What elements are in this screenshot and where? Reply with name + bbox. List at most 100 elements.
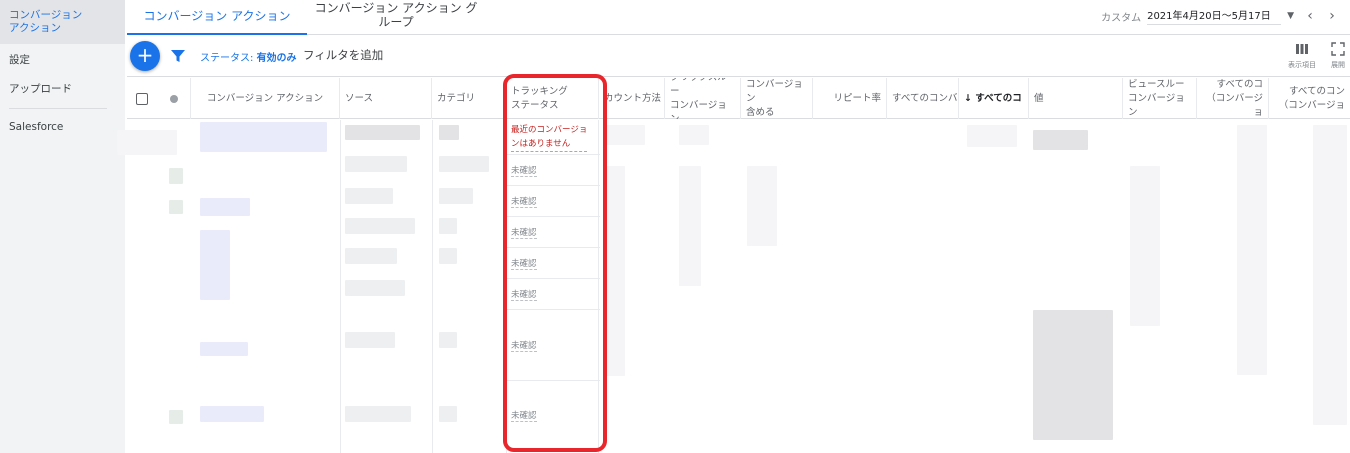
columns-label: 表示項目: [1288, 61, 1316, 69]
chevron-right-icon[interactable]: ›: [1326, 8, 1338, 24]
redacted-cell: [1033, 130, 1088, 150]
tracking-status-unverified[interactable]: 未確認: [511, 226, 537, 239]
sidebar-divider: [9, 108, 107, 109]
sidebar-item-salesforce[interactable]: Salesforce: [0, 121, 125, 134]
col-all-conversions-value-2[interactable]: すべてのコン （コンバージョ: [1269, 78, 1350, 119]
columns-icon: [1296, 44, 1308, 54]
tracking-status-column: 最近のコンバージョ ンはありません 未確認 未確認 未確認 未確認 未確認 未確…: [506, 120, 600, 453]
tab-bar: コンバージョン アクション コンバージョン アクション グループ カスタム 20…: [127, 0, 1350, 35]
tab-conversion-action-groups[interactable]: コンバージョン アクション グループ: [310, 0, 482, 35]
status-dot-header: [157, 78, 191, 119]
tracking-status-cell[interactable]: 未確認: [507, 310, 600, 381]
redacted-cell: [169, 168, 183, 184]
chevron-left-icon[interactable]: ‹: [1304, 8, 1316, 24]
redacted-cell: [1313, 125, 1347, 425]
redacted-cell: [605, 125, 645, 145]
column-divider: [432, 120, 433, 453]
redacted-cell: [200, 230, 230, 300]
redacted-cell: [439, 125, 459, 140]
add-filter-button[interactable]: フィルタを追加: [303, 47, 383, 63]
add-button[interactable]: +: [130, 41, 160, 71]
tracking-status-unverified[interactable]: 未確認: [511, 409, 537, 422]
redacted-cell: [439, 248, 457, 264]
tracking-status-cell[interactable]: 未確認: [507, 381, 600, 451]
redacted-cell: [200, 342, 248, 356]
tracking-status-unverified[interactable]: 未確認: [511, 339, 537, 352]
tracking-status-cell[interactable]: 未確認: [507, 155, 600, 186]
redacted-cell: [439, 218, 457, 234]
redacted-cell: [439, 406, 457, 422]
date-custom-label: カスタム: [1101, 12, 1142, 24]
col-all-conversions-sorted[interactable]: ↓ すべてのコ: [959, 78, 1029, 119]
tracking-status-unverified[interactable]: 未確認: [511, 288, 537, 301]
col-count-method[interactable]: カウント方法: [599, 78, 665, 119]
col-tracking-status[interactable]: トラッキング ステータス: [506, 78, 599, 119]
tracking-status-cell[interactable]: 未確認: [507, 279, 600, 310]
status-filter-prefix: ステータス:: [200, 53, 257, 64]
tracking-status-cell[interactable]: 未確認: [507, 217, 600, 248]
sidebar: コンバージョン アクション 設定 アップロード Salesforce: [0, 0, 125, 453]
redacted-cell: [345, 280, 405, 296]
col-all-conversions-value[interactable]: すべてのコ （コンバージョ: [1197, 78, 1269, 119]
columns-button[interactable]: 表示項目: [1284, 42, 1320, 70]
dropdown-arrow-icon[interactable]: ▼: [1287, 11, 1294, 21]
redacted-cell: [439, 188, 473, 204]
redacted-cell: [679, 166, 701, 286]
date-range-value[interactable]: 2021年4月20日～5月17日: [1147, 7, 1282, 25]
redacted-cell: [1237, 125, 1267, 375]
redacted-cell: [200, 122, 327, 152]
sidebar-item-upload[interactable]: アップロード: [0, 83, 125, 96]
status-filter-chip[interactable]: ステータス: 有効のみ: [200, 49, 297, 64]
redacted-cell: [169, 200, 183, 214]
redacted-cell: [169, 410, 183, 424]
redacted-cell: [1033, 310, 1113, 440]
expand-label: 展開: [1331, 61, 1345, 69]
status-filter-value: 有効のみ: [256, 53, 297, 64]
tracking-status-cell[interactable]: 未確認: [507, 248, 600, 279]
tracking-status-cell[interactable]: 最近のコンバージョ ンはありません: [507, 120, 600, 155]
tracking-status-unverified[interactable]: 未確認: [511, 195, 537, 208]
redacted-cell: [345, 188, 393, 204]
redacted-cell: [605, 166, 625, 376]
redacted-cell: [117, 130, 177, 155]
select-all-checkbox[interactable]: [136, 92, 148, 105]
redacted-cell: [967, 125, 1017, 147]
col-include-in-conversions[interactable]: コンバージョン 含める: [741, 78, 813, 119]
redacted-cell: [200, 198, 250, 216]
tracking-status-unverified[interactable]: 未確認: [511, 257, 537, 270]
redacted-cell: [345, 406, 411, 422]
redacted-cell: [345, 156, 407, 172]
toolbar: + ステータス: 有効のみ フィルタを追加 表示項目 展開: [127, 36, 1350, 77]
column-divider: [340, 120, 341, 453]
table-body: 最近のコンバージョ ンはありません 未確認 未確認 未確認 未確認 未確認 未確…: [117, 120, 1350, 453]
col-source[interactable]: ソース: [340, 78, 432, 119]
tracking-status-unverified[interactable]: 未確認: [511, 164, 537, 177]
col-view-through-conversions[interactable]: ビュースルー コンバージョン: [1123, 78, 1197, 119]
redacted-cell: [345, 248, 397, 264]
date-range-picker[interactable]: カスタム 2021年4月20日～5月17日 ▼ ‹ ›: [1101, 6, 1338, 26]
expand-button[interactable]: 展開: [1320, 42, 1350, 70]
filter-icon[interactable]: [170, 48, 186, 64]
col-repeat-rate[interactable]: リピート率: [813, 78, 887, 119]
redacted-cell: [439, 156, 489, 172]
tracking-status-cell[interactable]: 未確認: [507, 186, 600, 217]
col-click-through-conversions[interactable]: クリックスルー コンバージョン: [665, 78, 741, 119]
col-category[interactable]: カテゴリ: [432, 78, 506, 119]
status-dot-icon: [169, 94, 178, 103]
tab-conversion-actions[interactable]: コンバージョン アクション: [127, 0, 307, 35]
sidebar-item-conversion-actions[interactable]: コンバージョン アクション: [0, 0, 125, 44]
redacted-cell: [345, 125, 420, 140]
redacted-cell: [747, 166, 777, 246]
sidebar-item-settings[interactable]: 設定: [0, 54, 125, 67]
tracking-status-warning[interactable]: 最近のコンバージョ ンはありません: [511, 123, 588, 152]
redacted-cell: [439, 332, 457, 348]
select-all-cell: [127, 78, 157, 119]
fullscreen-icon: [1331, 42, 1345, 56]
col-conversion-action[interactable]: コンバージョン アクション: [191, 78, 340, 119]
redacted-cell: [200, 406, 264, 422]
redacted-cell: [345, 218, 415, 234]
col-value[interactable]: 値: [1029, 78, 1123, 119]
col-all-conversions[interactable]: すべてのコンバ: [887, 78, 959, 119]
redacted-cell: [1130, 166, 1160, 326]
table-header: コンバージョン アクション ソース カテゴリ トラッキング ステータス カウント…: [127, 78, 1350, 119]
